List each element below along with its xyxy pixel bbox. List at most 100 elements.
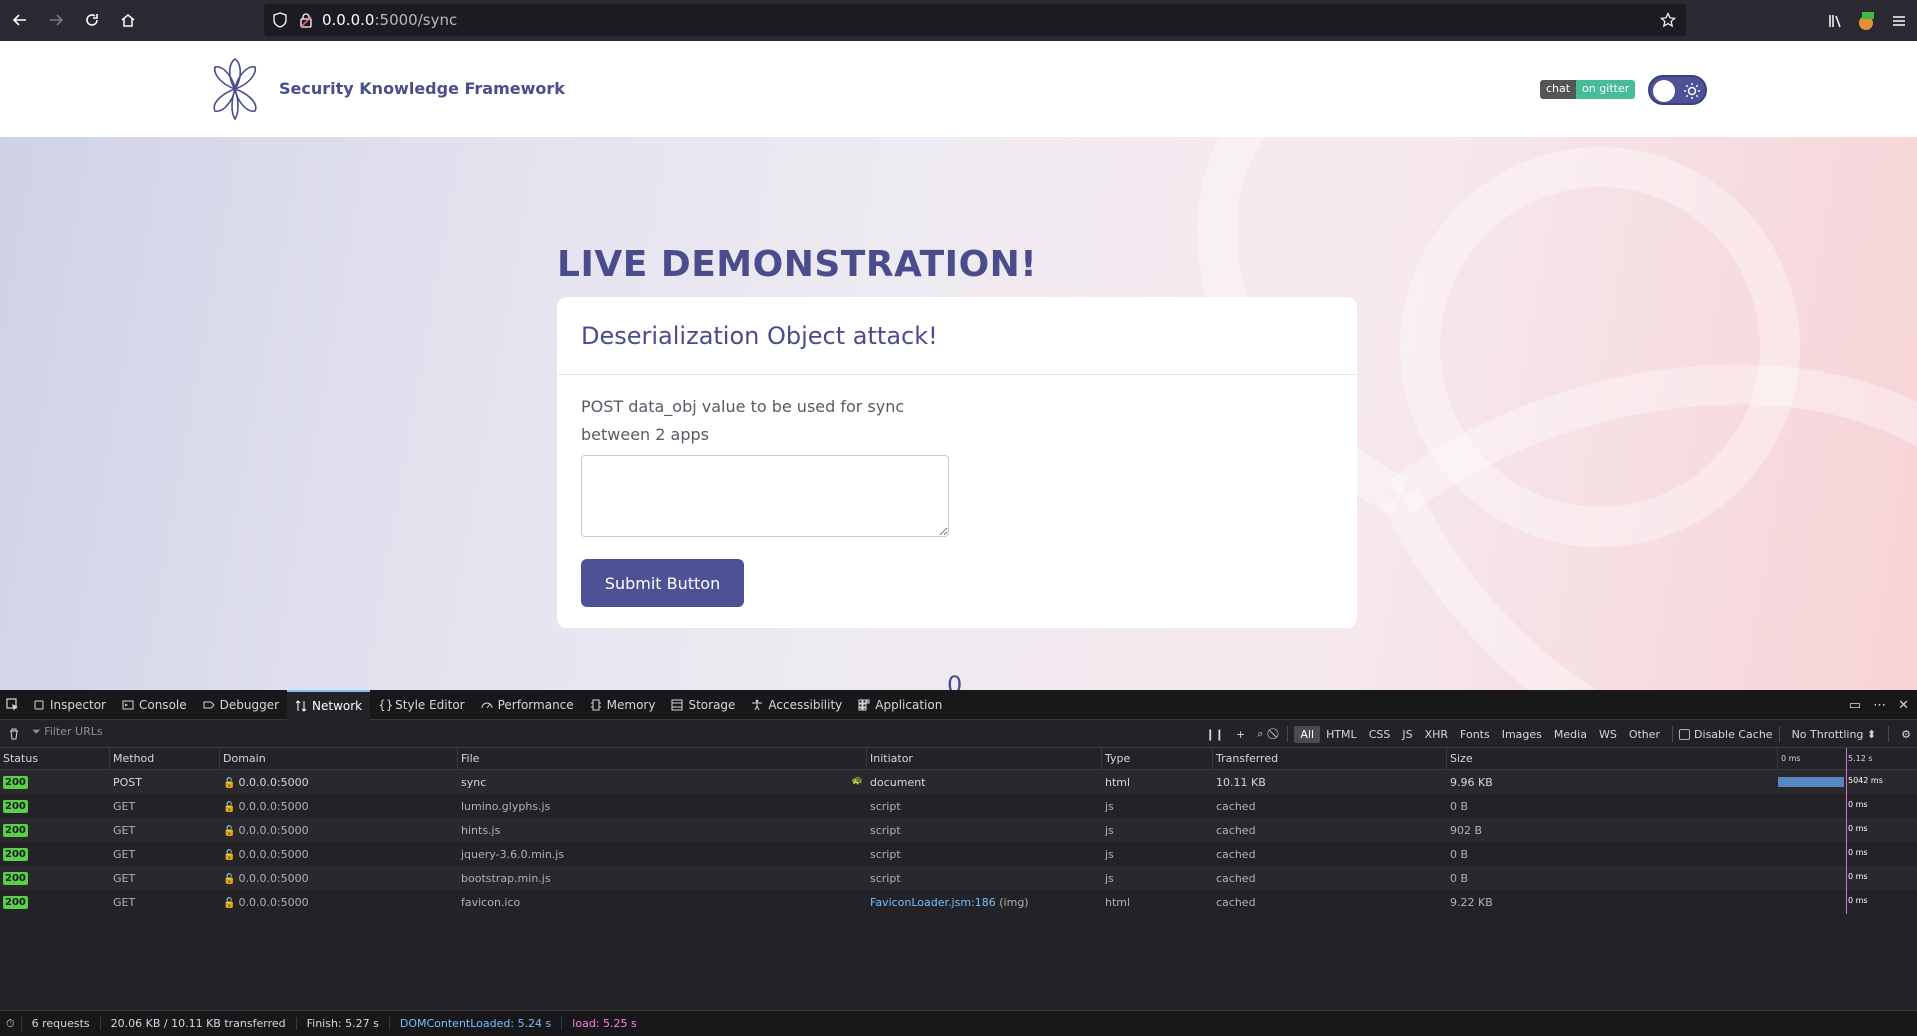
file-text: sync (461, 775, 487, 789)
search-icon[interactable]: ⌕ (1251, 725, 1269, 743)
filter-images[interactable]: Images (1496, 726, 1548, 743)
shield-icon[interactable] (272, 12, 288, 28)
initiator-cell: script (870, 847, 901, 861)
file-cell: jquery-3.6.0.min.js (461, 847, 565, 861)
bookmark-star-icon[interactable] (1660, 12, 1676, 28)
add-icon[interactable]: + (1230, 726, 1251, 743)
burp-extension-button[interactable] (1851, 3, 1881, 39)
hero-section: LIVE DEMONSTRATION! Deserialization Obje… (0, 137, 1917, 690)
column-initiator[interactable]: Initiator (867, 748, 1102, 769)
domain-text: 0.0.0.0:5000 (238, 847, 309, 861)
home-button[interactable] (110, 2, 146, 38)
timer-icon[interactable]: ⏱ (0, 1016, 22, 1031)
filter-other[interactable]: Other (1623, 726, 1666, 743)
table-row[interactable]: 200 GET 🔓 0.0.0.0:5000 lumino.glyphs.js s… (0, 794, 1917, 818)
filter-urls-input[interactable]: ⏷ Filter URLs (32, 725, 632, 739)
gitter-badge-right: on gitter (1576, 80, 1636, 99)
filter-media[interactable]: Media (1548, 726, 1593, 743)
initiator-link[interactable]: FaviconLoader.jsm:186 (870, 896, 996, 909)
card-header: Deserialization Object attack! (557, 297, 1357, 375)
tab-accessibility[interactable]: Accessibility (743, 690, 850, 720)
filter-html[interactable]: HTML (1320, 726, 1363, 743)
status-cell: 200 (0, 895, 110, 909)
table-row[interactable]: 200 GET 🔓 0.0.0.0:5000 hints.js script js… (0, 818, 1917, 842)
tab-inspector[interactable]: Inspector (25, 690, 114, 720)
domain-cell: 🔓 0.0.0.0:5000 (220, 824, 458, 837)
filter-css[interactable]: CSS (1363, 726, 1397, 743)
status-cell: 200 (0, 775, 110, 789)
accessibility-icon (752, 699, 763, 710)
table-row[interactable]: 200 GET 🔓 0.0.0.0:5000 jquery-3.6.0.min.j… (0, 842, 1917, 866)
tab-network[interactable]: Network (287, 689, 371, 720)
performance-icon (481, 702, 493, 708)
block-icon[interactable]: ⃠ (1269, 725, 1281, 743)
tab-style-editor[interactable]: {} Style Editor (370, 690, 472, 720)
skf-logo-icon[interactable] (205, 57, 265, 121)
type-cell: js (1105, 799, 1114, 813)
tab-debugger[interactable]: Debugger (195, 690, 287, 720)
table-row[interactable]: 200 GET 🔓 0.0.0.0:5000 bootstrap.min.js s… (0, 866, 1917, 890)
column-method[interactable]: Method (110, 748, 220, 769)
filter-ws[interactable]: WS (1593, 726, 1623, 743)
back-button[interactable] (2, 2, 38, 38)
size-cell: 902 B (1450, 823, 1483, 837)
column-status[interactable]: Status (0, 748, 110, 769)
submit-button[interactable]: Submit Button (581, 559, 744, 607)
filter-urls-placeholder: Filter URLs (44, 725, 103, 738)
more-options-icon[interactable]: ⋯ (1873, 698, 1886, 713)
initiator-cell: document (870, 775, 926, 789)
column-size[interactable]: Size (1447, 748, 1778, 769)
network-settings-gear-icon[interactable]: ⚙ (1895, 726, 1917, 743)
lock-warning-icon[interactable] (298, 12, 314, 28)
filter-xhr[interactable]: XHR (1419, 726, 1454, 743)
forward-button[interactable] (38, 2, 74, 38)
element-picker-button[interactable] (0, 690, 25, 720)
method-cell: GET (113, 871, 136, 885)
tab-console[interactable]: Console (114, 690, 195, 720)
forward-arrow-icon (50, 14, 64, 26)
column-type[interactable]: Type (1102, 748, 1213, 769)
brand-name[interactable]: Security Knowledge Framework (279, 79, 565, 98)
method-cell: GET (113, 895, 136, 909)
column-transferred[interactable]: Transferred (1213, 748, 1447, 769)
reload-button[interactable] (74, 2, 110, 38)
dock-toggle-icon[interactable]: ▭ (1849, 698, 1861, 713)
disable-cache-checkbox[interactable]: Disable Cache (1679, 728, 1773, 741)
column-file[interactable]: File (458, 748, 867, 769)
library-button[interactable] (1821, 3, 1851, 39)
size-cell: 9.22 KB (1450, 895, 1493, 909)
tab-storage[interactable]: Storage (663, 690, 743, 720)
status-cell: 200 (0, 847, 110, 861)
insecure-lock-icon: 🔓 (223, 777, 236, 789)
transferred-cell: cached (1216, 799, 1256, 813)
table-row[interactable]: 200 POST 🔓 0.0.0.0:5000 sync 🐢 document ht… (0, 770, 1917, 794)
devtools-tabbar: Inspector Console Debugger Network {} St… (0, 689, 1917, 720)
column-domain[interactable]: Domain (220, 748, 458, 769)
tab-performance[interactable]: Performance (473, 690, 582, 720)
devtools-window-controls: ▭ ⋯ ✕ (1849, 690, 1909, 720)
theme-toggle[interactable] (1648, 75, 1707, 105)
waterfall-time: 0 ms (1848, 872, 1868, 881)
filter-fonts[interactable]: Fonts (1454, 726, 1496, 743)
tab-memory[interactable]: Memory (582, 690, 664, 720)
size-cell: 0 B (1450, 871, 1469, 885)
filter-js[interactable]: JS (1396, 726, 1418, 743)
waterfall-time: 0 ms (1848, 800, 1868, 809)
url-bar[interactable]: 0.0.0.0:5000/sync (264, 4, 1686, 36)
table-row[interactable]: 200 GET 🔓 0.0.0.0:5000 favicon.ico Favico… (0, 890, 1917, 914)
gitter-badge[interactable]: chat on gitter (1540, 80, 1636, 99)
throttling-select[interactable]: No Throttling ⬍ (1786, 726, 1883, 743)
method-cell: GET (113, 847, 136, 861)
close-devtools-icon[interactable]: ✕ (1898, 698, 1909, 713)
trash-icon[interactable] (8, 728, 20, 740)
app-menu-button[interactable] (1881, 3, 1917, 39)
pause-icon[interactable]: ❙❙ (1200, 726, 1230, 743)
data-obj-textarea[interactable] (581, 455, 949, 537)
type-cell: js (1105, 871, 1114, 885)
waterfall-bar (1778, 777, 1844, 787)
domain-text: 0.0.0.0:5000 (238, 823, 309, 837)
column-waterfall[interactable]: 0 ms 5.12 s (1778, 748, 1917, 769)
filter-all[interactable]: All (1294, 725, 1321, 743)
status-cell: 200 (0, 799, 110, 813)
tab-application[interactable]: Application (850, 690, 950, 720)
